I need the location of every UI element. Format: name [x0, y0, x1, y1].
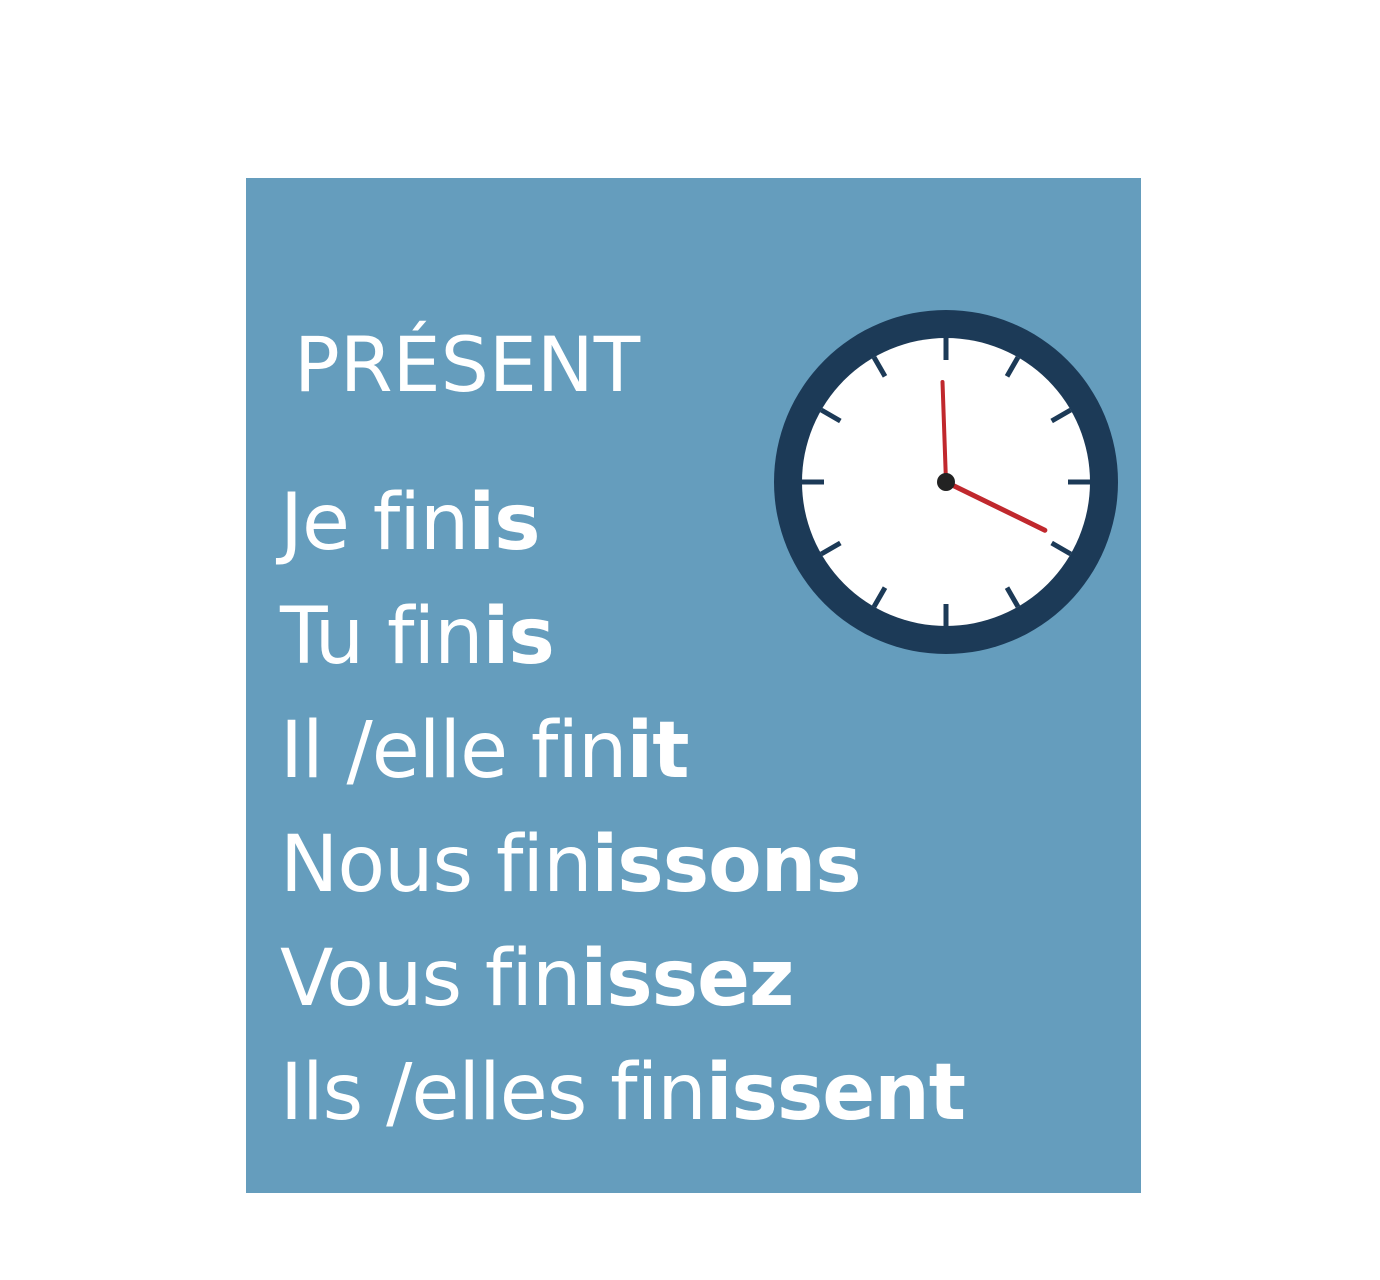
verb-ending: issent [705, 1048, 966, 1138]
subject-pronoun: Tu [280, 592, 364, 682]
subject-pronoun: Je [280, 478, 350, 568]
tense-title: PRÉSENT [294, 320, 641, 409]
verb-ending: issez [580, 934, 794, 1024]
subject-pronoun: Nous [280, 820, 473, 910]
verb-stem: fin [495, 820, 593, 910]
verb-ending: it [626, 706, 689, 796]
conjugation-row-nous: Nous finissons [280, 808, 965, 922]
verb-ending: is [468, 478, 540, 568]
conjugation-row-il-elle: Il /elle finit [280, 694, 965, 808]
verb-stem: fin [484, 934, 582, 1024]
verb-stem: fin [372, 478, 470, 568]
verb-ending: is [482, 592, 555, 682]
verb-stem: fin [530, 706, 628, 796]
conjugation-row-ils-elles: Ils /elles finissent [280, 1036, 966, 1150]
verb-stem: fin [387, 592, 484, 682]
subject-pronoun: Vous [280, 934, 462, 1024]
subject-pronoun: Ils /elles [280, 1048, 587, 1138]
subject-pronoun: Il /elle [280, 706, 508, 796]
conjugation-row-je: Je finis [280, 466, 965, 580]
conjugation-row-tu: Tu finis [280, 580, 965, 694]
conjugation-row-vous: Vous finissez [280, 922, 965, 1036]
verb-stem: fin [610, 1048, 707, 1138]
conjugation-list: Je finis Tu finis Il /elle finit Nous fi… [280, 466, 966, 1150]
conjugation-card: PRÉSENT Je finis Tu finis Il /elle finit… [246, 178, 1141, 1193]
verb-ending: issons [591, 820, 862, 910]
